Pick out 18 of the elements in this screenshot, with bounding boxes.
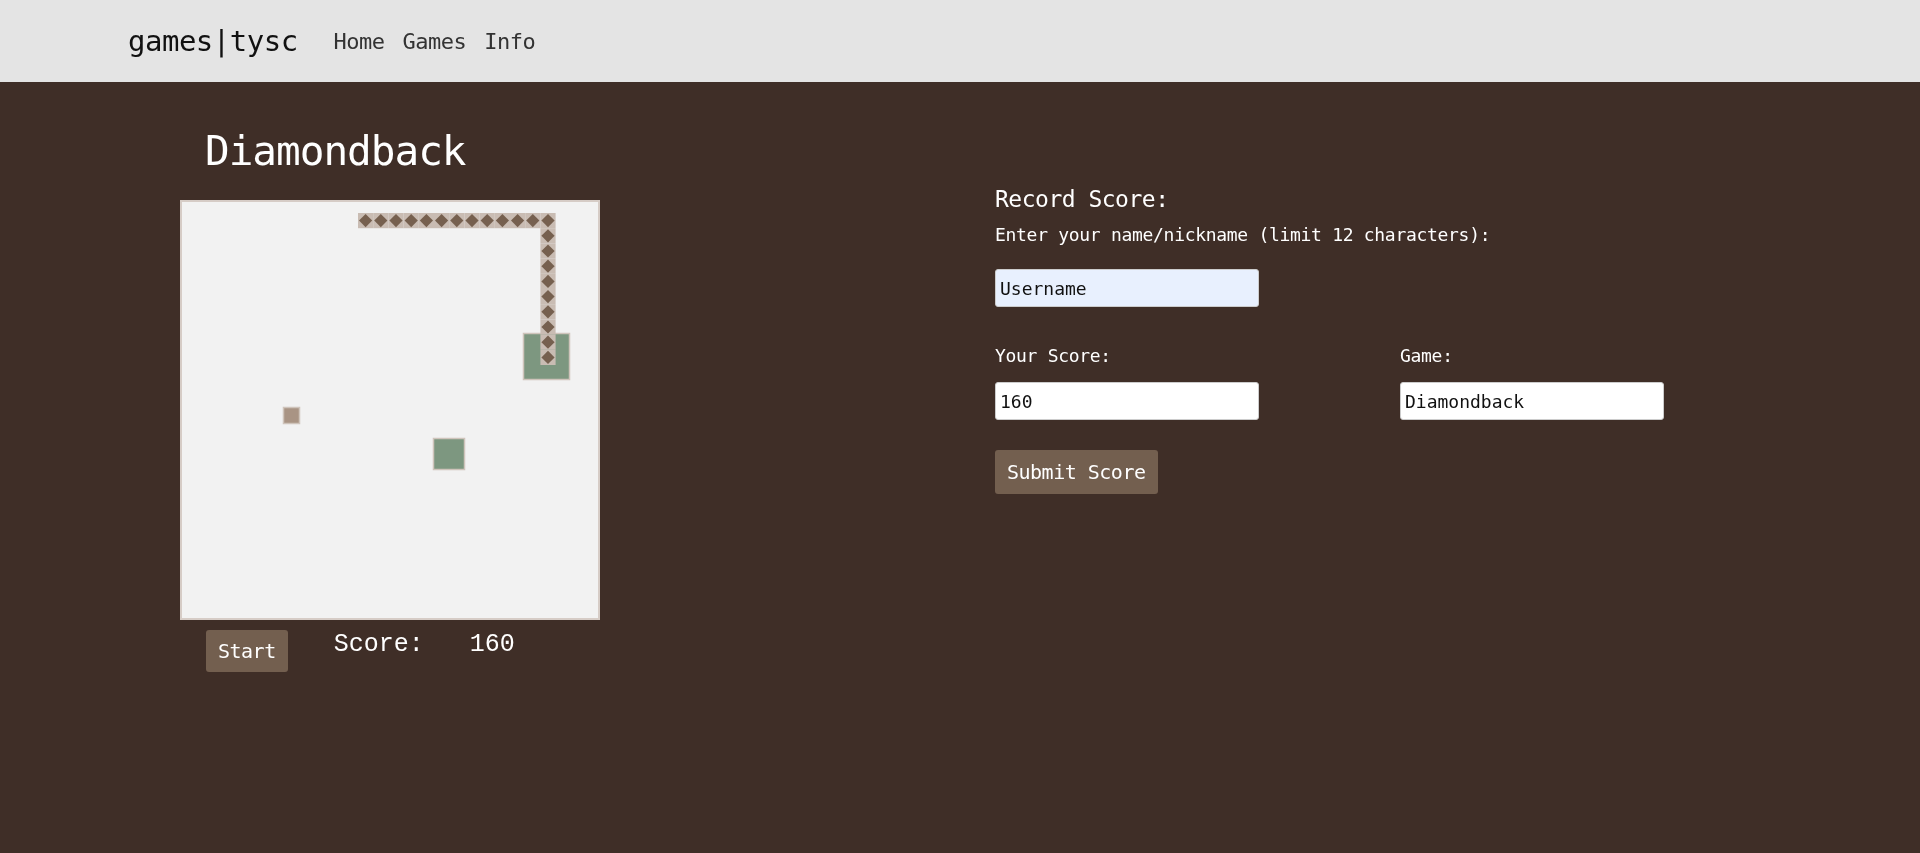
name-field[interactable]: Username — [995, 269, 1259, 307]
nav-link[interactable]: Info — [484, 28, 536, 54]
game-field[interactable]: Diamondback — [1400, 382, 1664, 420]
score-label: Score: — [333, 629, 424, 659]
score-value: 160 — [469, 629, 515, 659]
field-label: Enter your name/nickname (limit 12 characters): — [995, 224, 1492, 245]
form-heading: Record Score: — [995, 186, 1170, 212]
score-field[interactable]: 160 — [995, 382, 1259, 420]
start-button[interactable]: Start — [206, 630, 288, 672]
nav-link[interactable]: Games — [402, 28, 467, 54]
site-logo[interactable]: games|tysc — [128, 24, 298, 58]
field-label: Your Score: — [995, 345, 1112, 366]
game-title: Diamondback — [205, 126, 467, 176]
submit-button[interactable]: Submit Score — [995, 450, 1158, 494]
field-label: Game: — [1400, 345, 1454, 366]
nav-link[interactable]: Home — [333, 28, 385, 54]
food-square — [282, 406, 301, 425]
obstacle-block — [432, 437, 466, 471]
